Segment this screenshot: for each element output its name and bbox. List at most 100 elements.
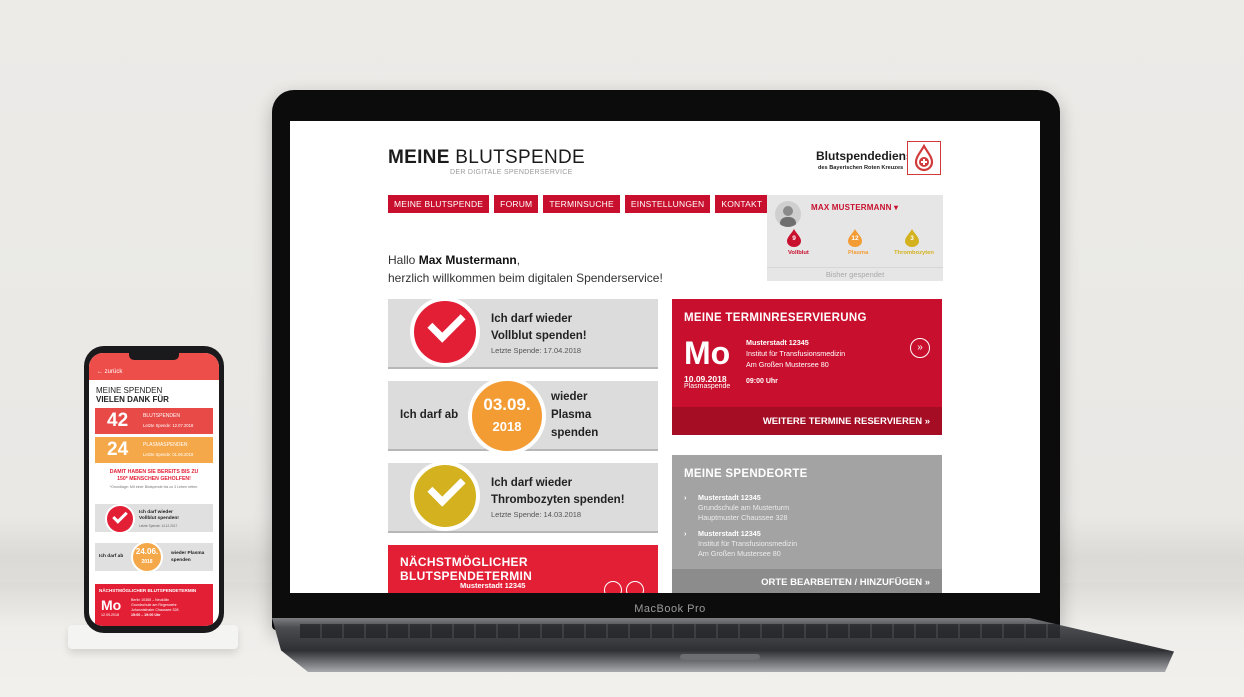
main-nav: MEINE BLUTSPENDE FORUM TERMINSUCHE EINST…	[388, 195, 769, 213]
next-termin-title: NÄCHSTMÖGLICHER BLUTSPENDETERMIN	[400, 555, 533, 583]
stat-number: 42	[107, 410, 129, 431]
greeting-line2: herzlich willkommen beim digitalen Spend…	[388, 271, 663, 285]
vollblut-line1: Ich darf wieder	[491, 313, 573, 325]
stat-blutspenden: 42 BLUTSPENDEN Letzte Spende: 12.07.2018	[95, 408, 213, 434]
phone-next-line1: Berlin 10365 – Neukölln	[131, 598, 170, 602]
location-item[interactable]: › Musterstadt 12345 Grundschule am Muste…	[684, 493, 789, 523]
reservation-kind: Plasmaspende	[684, 383, 731, 390]
arrow-right-icon[interactable]	[626, 581, 644, 593]
phone-card-vollblut[interactable]: Ich darf wieder Vollblut spenden! Letzte…	[95, 504, 213, 534]
location-item[interactable]: › Musterstadt 12345 Institut für Transfu…	[684, 529, 798, 559]
profile-name-menu[interactable]: MAX MUSTERMANN ▾	[811, 203, 898, 212]
greeting-hello: Hallo	[388, 253, 416, 267]
greeting: Hallo Max Mustermann, herzlich willkomme…	[388, 251, 663, 287]
checkmark-icon	[105, 504, 135, 534]
plasma-date: 03.09.	[483, 395, 531, 414]
card-thrombozyten[interactable]: Ich darf wieder Thrombozyten spenden! Le…	[388, 461, 658, 533]
card-plasma[interactable]: Ich darf ab 03.09. 2018 wieder Plasma sp…	[388, 377, 658, 455]
plasma-label: Plasma	[848, 250, 869, 256]
double-chevron-right-icon[interactable]: »	[910, 338, 930, 358]
phone-card2-prefix: Ich darf ab	[99, 554, 124, 559]
greeting-name: Max Mustermann	[418, 253, 517, 267]
plasma-line1: wieder	[551, 391, 588, 403]
phone-screen: ← zurück MEINE SPENDEN VIELEN DANK FÜR 4…	[89, 353, 219, 626]
card-vollblut[interactable]: Ich darf wieder Vollblut spenden! Letzte…	[388, 297, 658, 369]
reservation-place: Institut für Transfusionsmedizin	[746, 349, 846, 358]
phone-notch	[129, 353, 179, 360]
laptop-trackpad-notch	[680, 654, 760, 660]
phone-plasma-date-badge: 24.06. 2018	[131, 541, 163, 573]
phone-card2-line2: spenden	[171, 558, 191, 563]
arrow-left-icon: ←	[97, 369, 103, 375]
location-city: Musterstadt 12345	[698, 529, 761, 538]
plasma-date-badge: 03.09. 2018	[468, 377, 546, 455]
stat-label: PLASMASPENDEN	[143, 442, 188, 448]
stat-sub: Letzte Spende: 01.06.2018	[143, 452, 194, 457]
phone-plasma-year: 2018	[141, 559, 153, 565]
profile-name: MAX MUSTERMANN	[811, 203, 892, 212]
phone-card1-sub: Letzte Spende: 14.12.2017	[139, 524, 178, 528]
plasma-year: 2018	[492, 419, 522, 434]
footnote: *Grundlage: Mit einer Blutspende bis zu …	[109, 485, 199, 489]
laptop-brand-label: MacBook Pro	[634, 603, 706, 615]
red-cross-drop-icon	[907, 141, 941, 175]
phone-plasma-date: 24.06.	[135, 547, 159, 556]
more-appointments-button[interactable]: WEITERE TERMINE RESERVIEREN »	[672, 407, 942, 435]
back-label: zurück	[104, 369, 123, 375]
stat-plasmaspenden: 24 PLASMASPENDEN Letzte Spende: 01.06.20…	[95, 437, 213, 463]
phone-next-line4: 15:00 – 19:00 Uhr	[131, 613, 161, 617]
plasma-count: 12	[851, 235, 859, 242]
thrombo-line1: Ich darf wieder	[491, 477, 573, 489]
donation-locations-panel: MEINE SPENDEORTE › Musterstadt 12345 Gru…	[672, 455, 942, 593]
nav-item-terminsuche[interactable]: TERMINSUCHE	[543, 195, 620, 213]
plasma-line2: Plasma	[551, 409, 592, 421]
phone-card1-line2: Vollblut spenden!	[139, 516, 179, 521]
blood-drop-icon: 9	[787, 229, 801, 247]
reservation-day: Mo	[684, 335, 731, 371]
info-icon[interactable]	[604, 581, 622, 593]
plasma-drop-icon: 12	[848, 229, 862, 247]
thrombo-line2: Thrombozyten spenden!	[491, 494, 625, 506]
laptop-screen: MEINE BLUTSPENDE DER DIGITALE SPENDERSER…	[290, 121, 1040, 593]
thrombozyten-count: 3	[910, 235, 914, 242]
profile-footer: Bisher gespendet	[767, 267, 943, 279]
stat-label: BLUTSPENDEN	[143, 413, 180, 419]
phone-next-termin[interactable]: NÄCHSTMÖGLICHER BLUTSPENDETERMIN Mo 12.0…	[95, 584, 213, 626]
reservation-title: MEINE TERMINRESERVIERUNG	[684, 312, 867, 324]
site-logo[interactable]: MEINE BLUTSPENDE	[388, 147, 585, 169]
logo-light: BLUTSPENDE	[455, 147, 585, 168]
phone-next-date: 12.09.2018	[101, 613, 119, 617]
stat-sub: Letzte Spende: 12.07.2018	[143, 423, 194, 428]
nav-item-meine-blutspende[interactable]: MEINE BLUTSPENDE	[388, 195, 490, 213]
reservation-street: Am Großen Mustersee 80	[746, 360, 829, 369]
phone-card-plasma[interactable]: Ich darf ab 24.06. 2018 wieder Plasma sp…	[95, 541, 213, 573]
vollblut-count: 9	[792, 235, 796, 242]
greeting-comma: ,	[516, 253, 521, 267]
locations-title: MEINE SPENDEORTE	[684, 468, 808, 480]
nav-item-kontakt[interactable]: KONTAKT	[715, 195, 769, 213]
vollblut-line2: Vollblut spenden!	[491, 330, 587, 342]
phone-next-title: NÄCHSTMÖGLICHER BLUTSPENDETERMIN	[99, 588, 197, 593]
laptop-keyboard	[300, 624, 1060, 638]
edit-locations-button[interactable]: ORTE BEARBEITEN / HINZUFÜGEN »	[672, 569, 942, 593]
reservation-time: 09:00 Uhr	[746, 378, 778, 385]
chevron-down-icon: ▾	[894, 203, 899, 212]
nav-item-forum[interactable]: FORUM	[494, 195, 539, 213]
stat-number: 24	[107, 439, 129, 460]
next-termin-city: Musterstadt 12345	[460, 581, 526, 590]
reservation-city: Musterstadt 12345	[746, 338, 809, 347]
location-place: Institut für Transfusionsmedizin	[698, 539, 798, 548]
back-link[interactable]: ← zurück	[97, 369, 122, 375]
location-city: Musterstadt 12345	[698, 493, 761, 502]
location-street: Am Großen Mustersee 80	[698, 549, 781, 558]
reservation-panel: MEINE TERMINRESERVIERUNG Mo Musterstadt …	[672, 299, 942, 435]
plasma-line3: spenden	[551, 427, 599, 439]
nav-item-einstellungen[interactable]: EINSTELLUNGEN	[624, 195, 711, 213]
phone-next-day: Mo	[101, 597, 122, 613]
vollblut-last-donation: Letzte Spende: 17.04.2018	[491, 346, 582, 355]
avatar[interactable]	[775, 201, 801, 227]
phone-next-line3: Johannisthaler Chaussee 328	[131, 608, 179, 612]
phone-subheading: VIELEN DANK FÜR	[96, 395, 169, 404]
phone-card2-line1: wieder Plasma	[171, 551, 205, 556]
logo-subtitle: DER DIGITALE SPENDERSERVICE	[450, 169, 573, 176]
